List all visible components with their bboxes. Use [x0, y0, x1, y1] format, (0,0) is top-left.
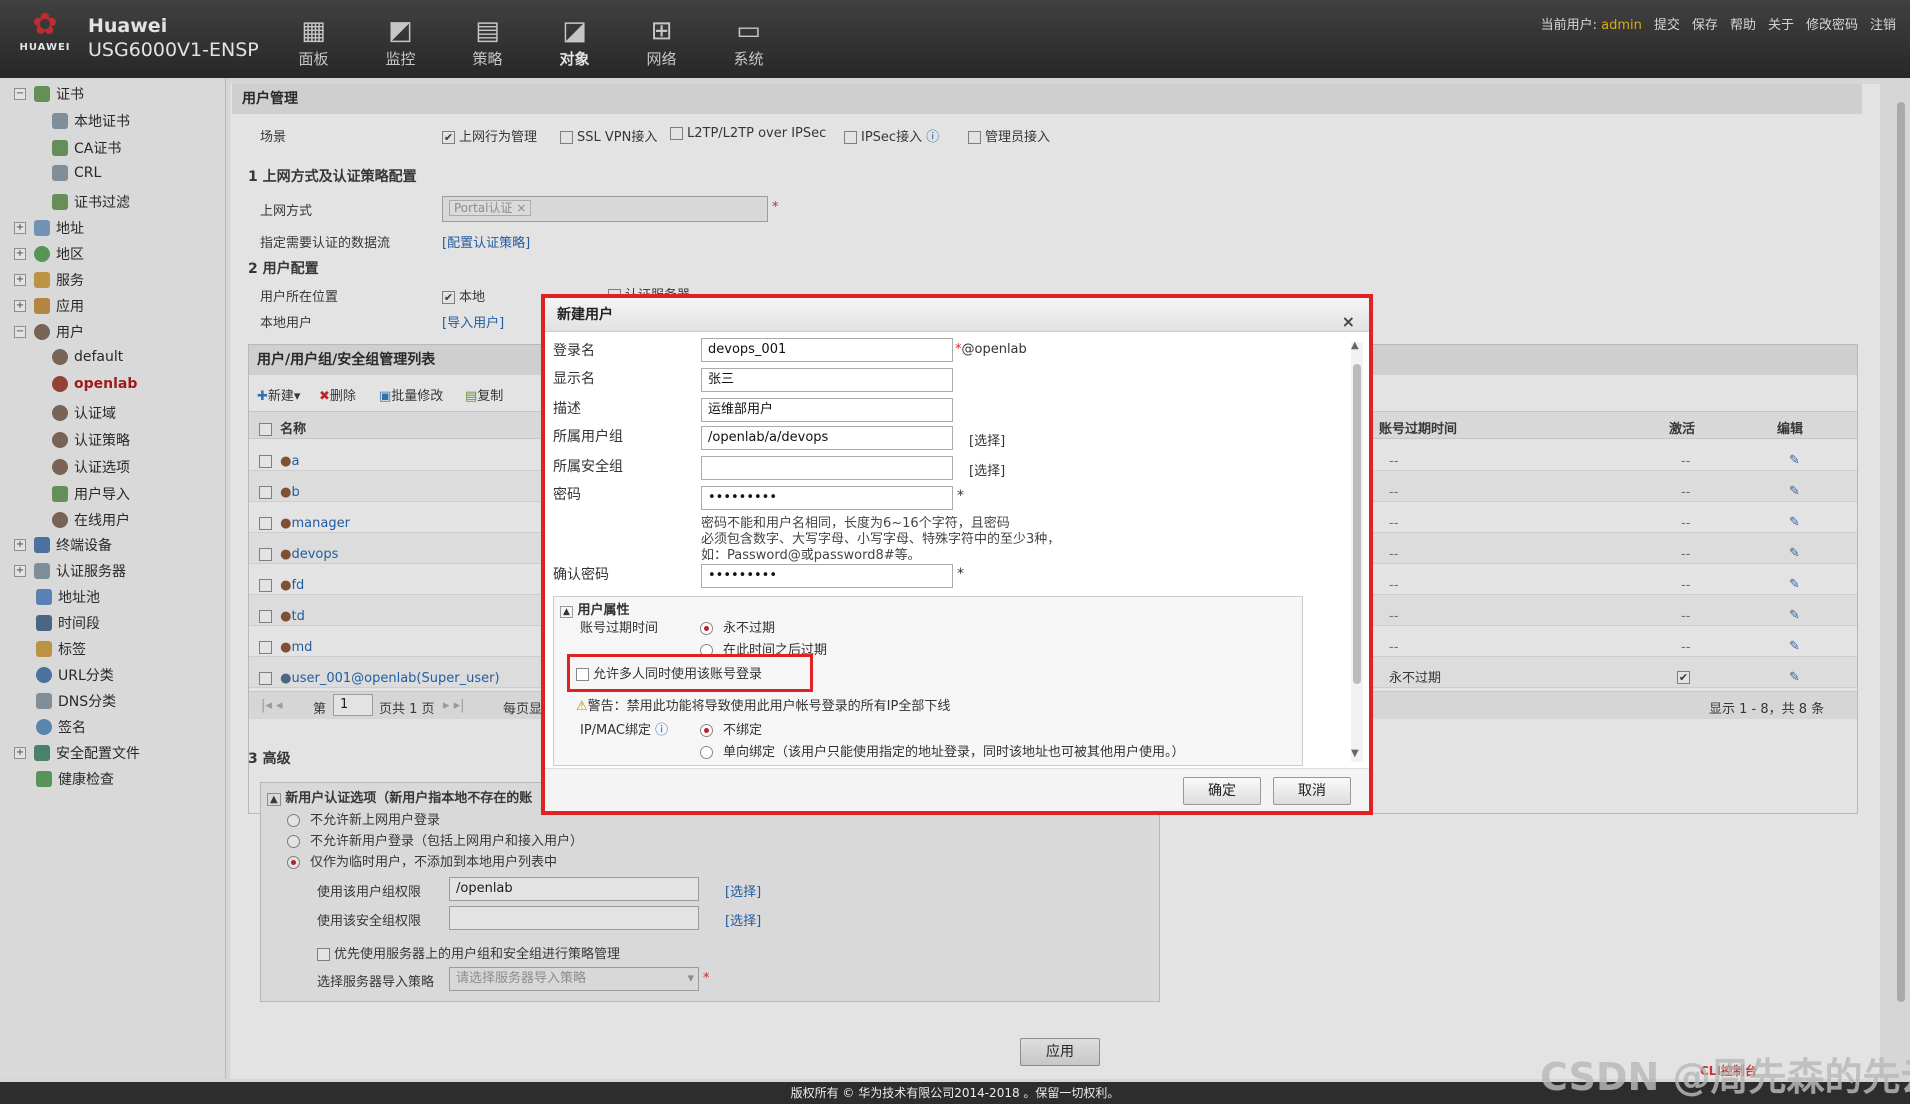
login-name-label: 登录名	[553, 343, 595, 359]
scroll-down-icon[interactable]: ▼	[1351, 748, 1359, 759]
collapse-icon[interactable]: ▲	[560, 606, 573, 618]
required-mark: *	[957, 488, 964, 504]
confirm-password-label: 确认密码	[553, 567, 609, 583]
multi-login-warning: ⚠警告：禁用此功能将导致使用此用户帐号登录的所有IP全部下线	[576, 699, 951, 714]
close-icon[interactable]: ×	[1342, 305, 1355, 339]
user-group-select-link[interactable]: [选择]	[969, 430, 1005, 449]
ok-button[interactable]: 确定	[1183, 777, 1261, 805]
password-hint: 密码不能和用户名相同，长度为6~16个字符，且密码 必须包含数字、大写字母、小写…	[701, 516, 1061, 563]
ipmac-none-option[interactable]: 不绑定	[700, 719, 762, 738]
required-mark: *	[957, 566, 964, 582]
highlight-box	[567, 654, 813, 692]
radio[interactable]	[700, 746, 713, 759]
dialog-footer: 确定 取消	[545, 768, 1369, 811]
radio-selected[interactable]	[700, 622, 713, 635]
password-label: 密码	[553, 487, 581, 503]
security-group-label: 所属安全组	[553, 459, 623, 475]
domain-suffix: @openlab	[961, 342, 1027, 357]
description-label: 描述	[553, 401, 581, 417]
confirm-password-input[interactable]: •••••••••	[701, 564, 953, 588]
new-user-dialog: 新建用户 × 登录名 devops_001 * @openlab 显示名 张三 描述…	[541, 294, 1373, 815]
password-input[interactable]: •••••••••	[701, 486, 953, 510]
scroll-up-icon[interactable]: ▲	[1351, 340, 1359, 351]
expire-label: 账号过期时间	[580, 621, 659, 636]
dialog-scrollbar[interactable]: ▲ ▼	[1351, 340, 1363, 762]
ipmac-oneway-option[interactable]: 单向绑定（该用户只能使用指定的地址登录，同时该地址也可被其他用户使用。）	[700, 741, 1185, 760]
warning-icon: ⚠	[576, 699, 588, 714]
help-icon[interactable]: ⓘ	[655, 723, 668, 738]
display-name-input[interactable]: 张三	[701, 368, 953, 392]
security-group-select-link[interactable]: [选择]	[969, 460, 1005, 479]
scrollbar-thumb[interactable]	[1353, 364, 1361, 684]
user-attributes-title: 用户属性	[577, 603, 630, 618]
cancel-button[interactable]: 取消	[1273, 777, 1351, 805]
ipmac-label: IP/MAC绑定 ⓘ	[580, 723, 669, 738]
security-group-input[interactable]	[701, 456, 953, 480]
expire-never-option[interactable]: 永不过期	[700, 617, 775, 636]
user-group-label: 所属用户组	[553, 429, 623, 445]
user-group-input[interactable]: /openlab/a/devops	[701, 426, 953, 450]
login-name-input[interactable]: devops_001	[701, 338, 953, 362]
description-input[interactable]: 运维部用户	[701, 398, 953, 422]
dialog-title: 新建用户 ×	[545, 298, 1369, 332]
display-name-label: 显示名	[553, 371, 595, 387]
radio-selected[interactable]	[700, 724, 713, 737]
